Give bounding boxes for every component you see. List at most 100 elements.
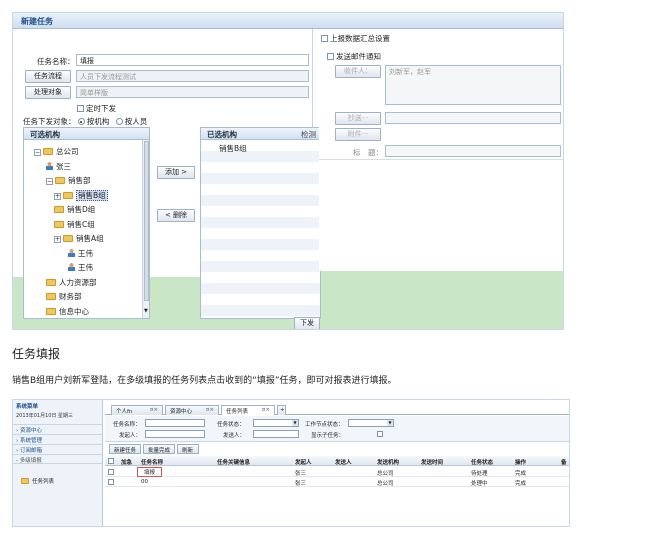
table-cell[interactable]: 完成 [515,469,526,477]
task-flow-button[interactable]: 任务流程 [25,70,71,83]
column-header[interactable]: 任务关键信息 [217,458,250,466]
tree-node-label: 销售部 [68,176,91,185]
expand-icon[interactable]: + [54,192,61,200]
send-email-option[interactable]: 发送邮件通知 [327,51,381,62]
subject-label: 标 题： [353,148,383,157]
task-name-link[interactable]: 填报 [137,467,163,477]
tree-node[interactable]: 财务部 [46,291,82,306]
notification-settings: 上报数据汇总设置 发送邮件通知 收件人： 刘新军，赵军 抄送··· 附件··· … [319,29,563,271]
dispatch-button[interactable]: 下发 [294,317,320,329]
scroll-thumb[interactable] [144,141,149,301]
menu-subscription[interactable]: › 订阅邮箱 [13,444,103,454]
upload-summary-checkbox[interactable] [321,35,328,42]
delete-button[interactable]: < 删除 [157,209,195,222]
column-header[interactable]: 操作 [515,458,526,466]
message-body[interactable] [319,159,563,271]
table-row[interactable]: 00 张三 总公司 处理中 完成 [105,477,569,487]
tree-node[interactable]: + 销售A组 [54,233,104,248]
filter-initiator-input[interactable] [145,430,205,438]
menu-resource-center[interactable]: › 资源中心 [13,424,103,434]
selected-orgs-header: 已选机构 检测 [201,128,320,140]
tree-node-label: 销售B组 [76,189,108,201]
tab-close-icon[interactable]: ¤× [150,407,158,413]
upload-summary-option[interactable]: 上报数据汇总设置 [321,33,390,44]
tree-node-label: 张三 [56,161,71,171]
cc-button[interactable]: 抄送··· [335,112,381,125]
filter-sender-input[interactable] [253,430,299,438]
task-name-field[interactable]: 填报 [76,54,309,66]
schedule-option[interactable]: 定时下发 [77,103,116,114]
tree-node-label: 信息中心 [59,306,89,316]
by-org-radio[interactable] [77,118,85,125]
upload-summary-label: 上报数据汇总设置 [330,34,390,43]
by-person-label: 按人员 [124,117,148,126]
tree-node-label: 销售A组 [76,234,104,243]
form-area: 任务名称： 填报 任务流程 人员下发流程测试 处理对象 简单样版 定时下发 任务… [13,29,321,329]
column-header[interactable]: 备 [561,458,567,466]
refresh-button[interactable]: 刷新 [177,444,199,454]
table-row[interactable]: 填报 张三 总公司 待处理 完成 [105,467,569,477]
column-header[interactable]: 加急 [121,458,132,466]
tab-resource-center[interactable]: 资源中心 ¤× [165,405,219,415]
add-tab-button[interactable]: + [277,405,286,415]
column-header[interactable]: 任务名称 [141,458,163,466]
expand-icon[interactable]: + [54,236,61,243]
tree-node[interactable]: 张三 [46,161,71,176]
menu-label: 系统管理 [19,438,42,444]
column-header[interactable]: 发送时间 [421,458,443,466]
subject-field[interactable] [385,145,561,157]
tree-node[interactable]: 王伟 [68,262,93,277]
table-cell: 待处理 [471,471,488,477]
select-all-checkbox[interactable] [108,458,114,464]
menu-system-admin[interactable]: › 系统管理 [13,434,103,444]
tree-node[interactable]: 销售D组 [54,204,95,219]
batch-complete-button[interactable]: 批量完成 [143,444,175,454]
tab-close-icon[interactable]: ¤× [262,407,270,413]
column-header[interactable]: 发起人 [295,458,312,466]
task-name-link[interactable]: 00 [141,479,148,485]
collapse-icon[interactable]: − [46,178,53,185]
filter-node-status-select[interactable]: ▼ [348,419,394,427]
tree-node[interactable]: 销售C组 [54,219,95,234]
send-email-checkbox[interactable] [327,53,334,60]
tree-node[interactable]: 王伟 [68,248,93,263]
filter-task-name-input[interactable] [145,419,205,427]
schedule-checkbox[interactable] [77,105,84,112]
recipient-field[interactable]: 刘新军，赵军 [385,65,561,105]
tree-node[interactable]: − 总公司 [34,146,79,161]
row-checkbox[interactable] [108,479,114,485]
column-header[interactable]: 发送机构 [377,458,399,466]
column-header[interactable]: 任务状态 [471,458,493,466]
tree-scrollbar[interactable]: ▼ [142,140,149,318]
table-cell: 处理中 [471,481,488,487]
list-toolbar: 新建任务 批量完成 刷新 [105,444,569,455]
tree-node[interactable]: 信息中心 [46,306,89,319]
table-cell[interactable]: 完成 [515,479,526,487]
new-task-button[interactable]: 新建任务 [109,444,141,454]
add-button[interactable]: 添加 > [157,166,195,179]
tree-node[interactable]: − 销售部 [46,175,91,190]
new-task-dialog: 新建任务 任务名称： 填报 任务流程 人员下发流程测试 处理对象 简单样版 定时… [12,12,564,330]
column-header[interactable]: 发送人 [335,458,352,466]
cc-field[interactable] [385,112,561,124]
collapse-icon[interactable]: − [34,149,41,156]
by-person-radio[interactable] [115,118,123,125]
tab-close-icon[interactable]: ¤× [206,407,214,413]
menu-label: 资源中心 [19,428,42,434]
attachment-button[interactable]: 附件··· [335,128,381,141]
selected-item[interactable]: 销售B组 [219,143,247,154]
recipient-button[interactable]: 收件人： [335,65,381,78]
task-list-menu-item[interactable]: 任务列表 [21,477,54,485]
tree-node[interactable]: + 销售B组 [54,189,108,205]
tab-task-list[interactable]: 任务列表 ¤× [221,405,275,415]
scroll-down-icon[interactable]: ▼ [144,308,148,314]
menu-multilevel-fill[interactable]: - 多级填报 [13,454,103,464]
folder-icon [63,191,73,199]
row-checkbox[interactable] [108,469,114,475]
tree-node[interactable]: 人力资源部 [46,277,97,292]
filter-subtask-checkbox[interactable] [377,431,383,437]
tab-personal[interactable]: 个人fn ¤× [111,405,163,415]
available-orgs-header: 可选机构 [24,128,149,140]
handle-object-button[interactable]: 处理对象 [25,86,71,99]
filter-task-status-select[interactable]: ▼ [253,419,299,427]
